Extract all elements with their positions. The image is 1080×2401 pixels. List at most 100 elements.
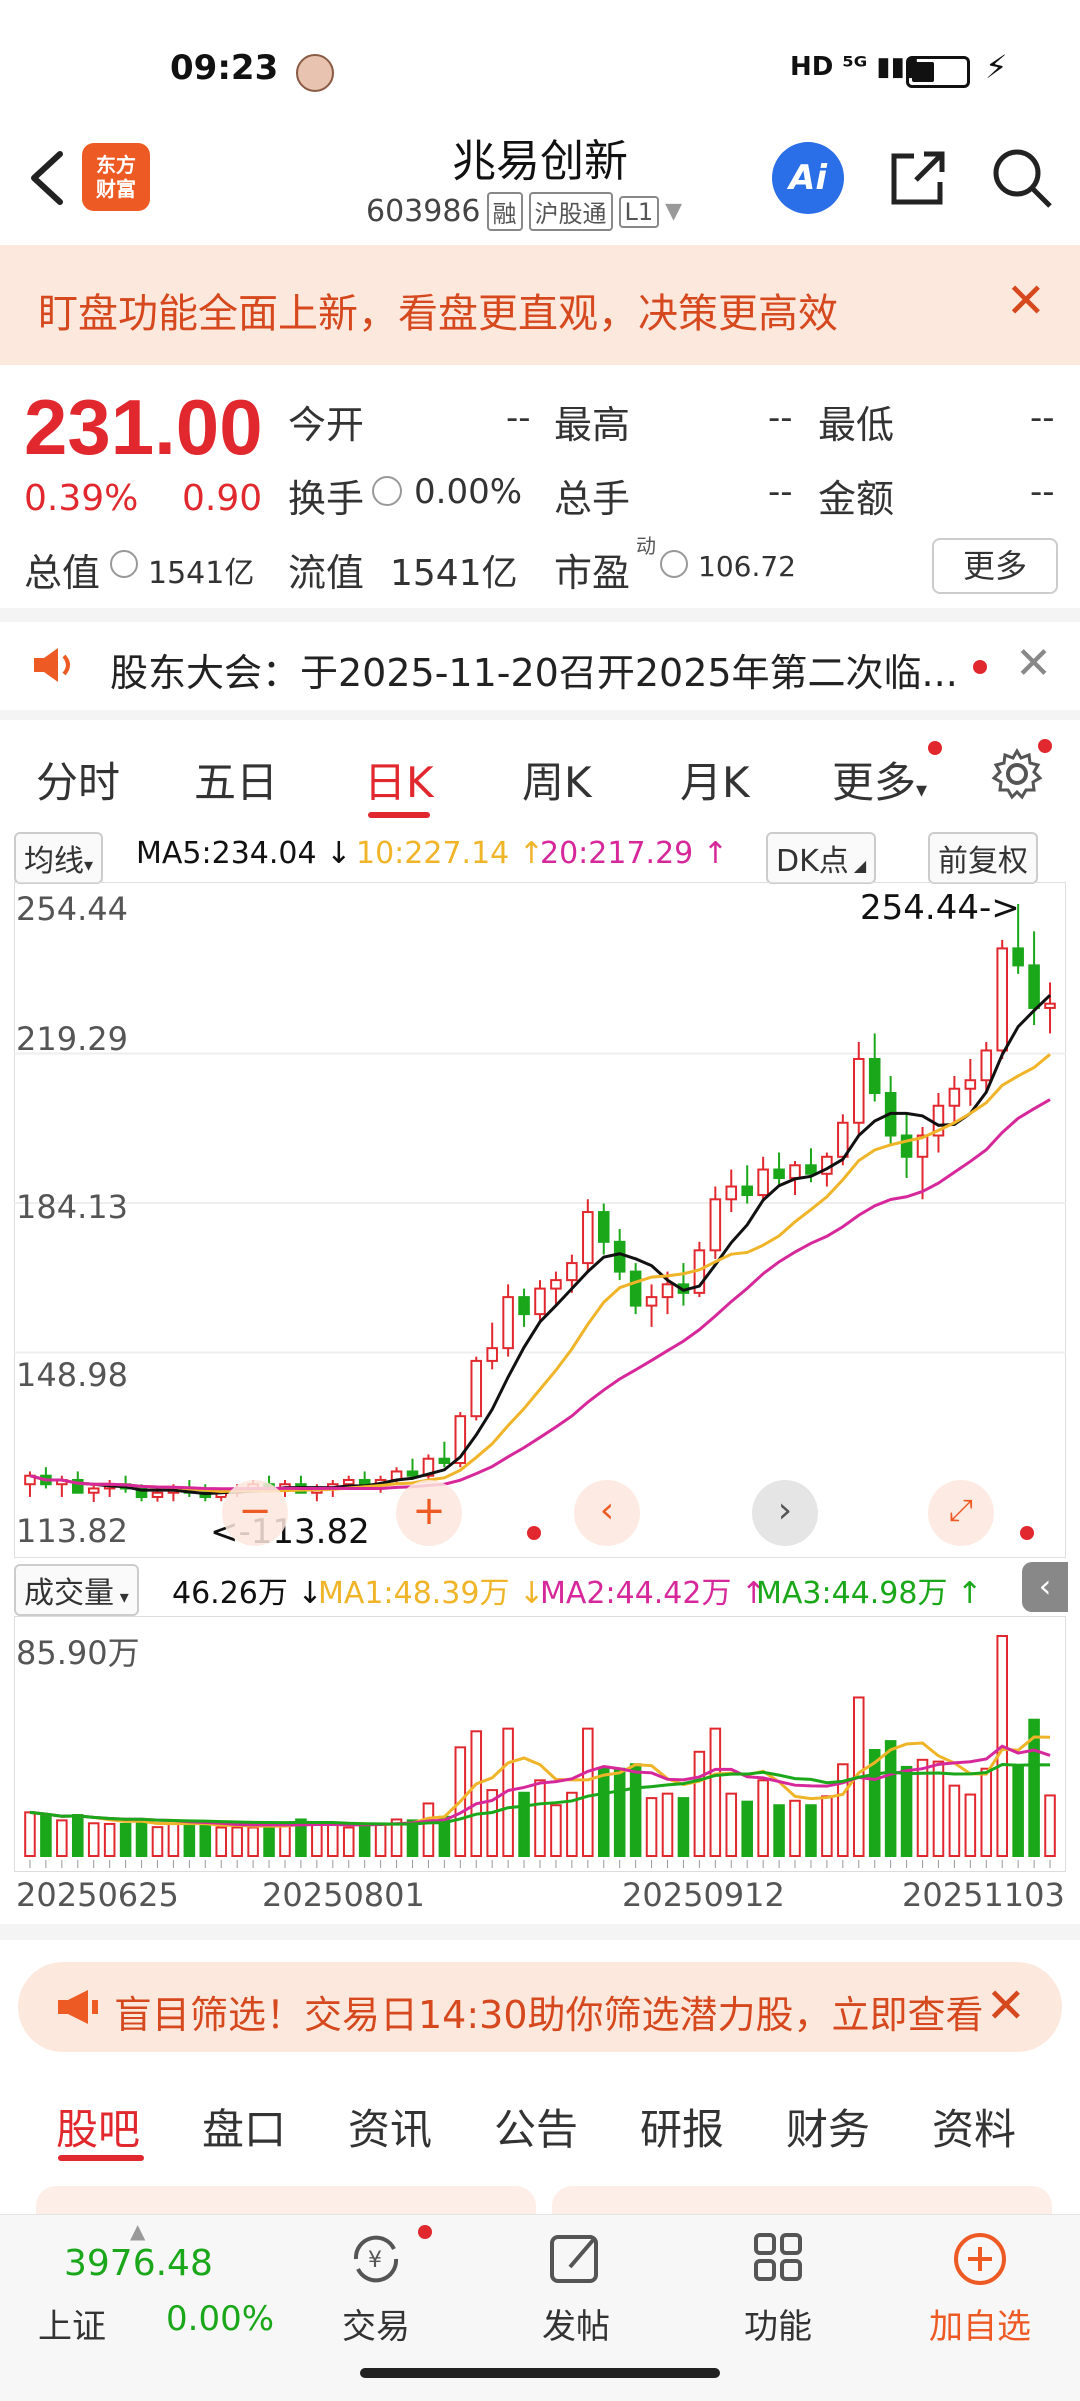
share-icon[interactable] — [886, 146, 950, 210]
low-value: -- — [1030, 398, 1055, 438]
close-icon[interactable]: ✕ — [1015, 638, 1052, 689]
candle-body — [582, 1211, 594, 1265]
pe-value: 106.72 — [698, 550, 796, 583]
index-change[interactable]: 0.00% — [166, 2299, 274, 2339]
promo-banner[interactable]: 盲目筛选！交易日14:30助你筛选潜力股，立即查看 ✕ — [18, 1962, 1062, 2052]
tab-weekly-k[interactable]: 周K — [522, 749, 592, 810]
info-icon[interactable] — [110, 550, 138, 578]
index-name[interactable]: 上证 — [38, 2299, 106, 2348]
card-placeholder — [552, 2186, 1052, 2216]
collapse-panel-icon[interactable]: ‹ — [1022, 1562, 1068, 1612]
tab-intraday[interactable]: 分时 — [36, 749, 120, 810]
nav-trade[interactable]: ¥ 交易 — [306, 2229, 446, 2348]
close-icon[interactable]: ✕ — [986, 1978, 1026, 2034]
volume-legend: 成交量 ▾ 46.26万 ↓ MA1:48.39万 ↓ MA2:44.42万 ↑… — [0, 1558, 1080, 1616]
info-icon[interactable] — [660, 550, 688, 578]
caret-down-icon: ▼ — [665, 199, 683, 224]
volume-bar — [24, 1811, 36, 1858]
speaker-icon — [34, 648, 70, 682]
ma-dropdown[interactable]: 均线▾ — [14, 832, 104, 884]
tab-financials[interactable]: 财务 — [786, 2096, 870, 2157]
volume-bar — [837, 1763, 849, 1857]
candle-body — [406, 1470, 419, 1477]
float-label: 流值 — [288, 551, 365, 595]
volume-bar — [247, 1826, 259, 1857]
change-percent: 0.39% — [24, 478, 139, 519]
candle-body — [980, 1049, 993, 1082]
event-dot — [527, 1526, 541, 1540]
tab-research[interactable]: 研报 — [640, 2096, 724, 2157]
x-tick-label: 20250625 — [16, 1876, 179, 1914]
notice-bar[interactable]: 股东大会：于2025-11-20召开2025年第二次临... ✕ — [0, 622, 1080, 710]
more-button[interactable]: 更多 — [932, 538, 1058, 594]
mcap-label: 总值 — [24, 551, 101, 595]
ma10-value: 10:227.14 ↑ — [356, 836, 544, 871]
scroll-right-button[interactable]: › — [752, 1480, 818, 1546]
tag-level: L1 — [618, 195, 660, 228]
turnover-label: 换手 — [288, 477, 365, 521]
scroll-left-button[interactable]: ‹ — [574, 1480, 640, 1546]
index-value[interactable]: 3976.48 — [64, 2243, 213, 2284]
high-label: 最高 — [554, 403, 631, 447]
volume-value: -- — [768, 472, 793, 512]
max-price-annotation: 254.44-> — [860, 888, 1020, 928]
promo-text: 盲目筛选！交易日14:30助你筛选潜力股，立即查看 — [114, 1993, 984, 2037]
y-tick-label: 219.29 — [16, 1020, 128, 1058]
adjust-button[interactable]: 前复权 — [928, 832, 1038, 884]
tab-monthly-k[interactable]: 月K — [680, 749, 750, 810]
search-icon[interactable] — [990, 146, 1054, 210]
settings-gear-icon[interactable] — [990, 747, 1044, 801]
y-tick-label: 148.98 — [16, 1356, 128, 1394]
turnover-value: 0.00% — [414, 472, 523, 512]
tab-five-day[interactable]: 五日 — [194, 749, 278, 810]
nav-add-watchlist[interactable]: 加自选 — [910, 2229, 1050, 2348]
unread-dot — [928, 741, 942, 755]
volume-bar — [40, 1814, 52, 1857]
volume-dropdown[interactable]: 成交量 ▾ — [14, 1564, 139, 1616]
volume-bar — [1012, 1765, 1024, 1858]
tab-news[interactable]: 资讯 — [348, 2096, 432, 2157]
unread-dot — [973, 660, 987, 674]
current-price: 231.00 — [24, 383, 263, 471]
status-time: 09:23 — [170, 48, 279, 88]
ma5-value: MA5:234.04 ↓ — [136, 836, 352, 871]
stock-subtitle[interactable]: 603986 融 沪股通 L1 ▼ — [366, 192, 682, 231]
ai-button[interactable]: Ai — [772, 142, 844, 214]
candlestick-chart[interactable] — [14, 882, 1066, 1558]
nav-functions[interactable]: 功能 — [708, 2229, 848, 2348]
volume-bar — [900, 1765, 913, 1857]
volume-bar — [932, 1760, 945, 1858]
volume-bar — [103, 1822, 116, 1858]
tab-announcements[interactable]: 公告 — [494, 2096, 578, 2157]
volume-bar — [311, 1822, 323, 1858]
tab-forum[interactable]: 股吧 — [56, 2096, 140, 2157]
volume-bar — [645, 1797, 658, 1858]
candle-body — [789, 1164, 801, 1180]
fullscreen-icon[interactable]: ⤢ — [928, 1480, 994, 1546]
tab-more[interactable]: 更多▾ — [832, 749, 927, 810]
tab-daily-k[interactable]: 日K — [364, 749, 434, 810]
zoom-in-button[interactable]: + — [396, 1480, 462, 1546]
volume-bar — [422, 1802, 435, 1857]
tab-orderbook[interactable]: 盘口 — [202, 2096, 286, 2157]
volume-bar — [805, 1804, 817, 1858]
pe-superscript: 动 — [636, 534, 656, 558]
info-icon[interactable] — [372, 476, 402, 506]
candle-body — [550, 1279, 562, 1290]
tab-profile[interactable]: 资料 — [932, 2096, 1016, 2157]
nav-post[interactable]: 发帖 — [506, 2229, 646, 2348]
dk-point-button[interactable]: DK点 ◢ — [766, 832, 877, 884]
zoom-out-button[interactable]: − — [222, 1480, 288, 1546]
pe-label: 市盈 — [554, 551, 631, 595]
volume-label: 总手 — [554, 477, 631, 521]
tag-connect: 沪股通 — [528, 192, 613, 231]
x-tick-label: 20251103 — [902, 1876, 1065, 1914]
volume-bar — [693, 1750, 706, 1857]
volume-bar — [183, 1822, 196, 1858]
volume-bar — [119, 1822, 132, 1858]
unread-dot — [1038, 739, 1052, 753]
network-icon: HD ⁵ᴳ ▮▮▮ — [790, 52, 920, 82]
close-icon[interactable]: ✕ — [1006, 273, 1046, 329]
feature-banner[interactable]: 盯盘功能全面上新，看盘更直观，决策更高效 ✕ — [0, 245, 1080, 365]
card-placeholder — [36, 2186, 536, 2216]
